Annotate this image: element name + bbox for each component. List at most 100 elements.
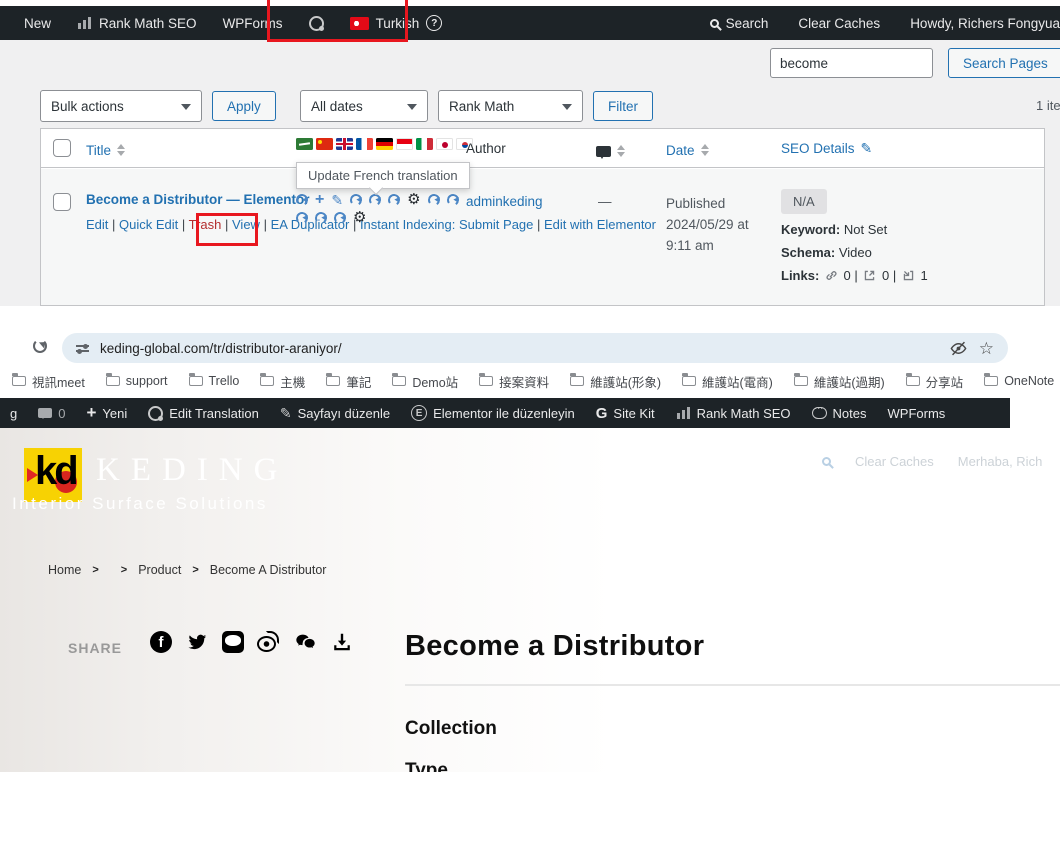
filter-button[interactable]: Filter	[593, 91, 653, 121]
flag-saudi-arabia-icon[interactable]	[296, 138, 313, 150]
sync-translation-icon[interactable]	[445, 193, 460, 207]
column-comments[interactable]	[596, 141, 625, 161]
flag-france-icon[interactable]	[356, 138, 373, 150]
weibo-icon[interactable]	[257, 631, 280, 653]
bookmark-label: 主機	[280, 375, 306, 390]
search-pages-input[interactable]	[770, 48, 933, 78]
toolbar-wpforms[interactable]: WPForms	[888, 406, 946, 421]
action-view[interactable]: View	[232, 217, 271, 232]
facebook-icon[interactable]	[150, 631, 172, 653]
reload-icon[interactable]	[33, 339, 47, 353]
toolbar-site-fragment[interactable]: g	[10, 406, 17, 421]
bookmark-label: 維護站(電商)	[702, 375, 773, 390]
toolbar-new-yeni[interactable]: Yeni	[86, 406, 127, 421]
apply-button[interactable]: Apply	[212, 91, 276, 121]
author-link[interactable]: adminkeding	[466, 194, 543, 209]
seo-schema-label: Schema:	[781, 245, 836, 260]
toolbar-language[interactable]: Turkish	[349, 15, 443, 31]
flag-italy-icon[interactable]	[416, 138, 433, 150]
sync-translation-icon[interactable]	[349, 193, 364, 207]
bookmark-folder[interactable]: 主機	[260, 372, 305, 391]
flag-japan-icon[interactable]	[436, 138, 453, 150]
site-info-icon[interactable]	[76, 342, 89, 354]
toolbar-clear-caches[interactable]: Clear Caches	[798, 16, 880, 31]
help-icon[interactable]	[426, 15, 443, 31]
faint-clear-caches[interactable]: Clear Caches	[855, 454, 934, 469]
folder-icon	[905, 373, 920, 386]
toolbar-comments[interactable]: 0	[38, 406, 65, 421]
sync-translation-icon[interactable]	[387, 193, 402, 207]
column-seo-details[interactable]: SEO Details	[781, 140, 872, 157]
flag-china-icon[interactable]	[316, 138, 333, 150]
translation-settings-icon[interactable]	[407, 194, 420, 206]
bookmark-label: OneNote	[1004, 374, 1055, 388]
breadcrumb-home[interactable]: Home	[48, 563, 81, 577]
toolbar-howdy[interactable]: Howdy, Richers Fongyua	[910, 16, 1060, 31]
flag-indonesia-icon[interactable]	[396, 138, 413, 150]
bookmark-folder[interactable]: support	[105, 373, 168, 388]
toolbar-edit-page[interactable]: Sayfayı düzenle	[280, 405, 391, 422]
toolbar-elementor[interactable]: Elementor ile düzenleyin	[411, 405, 575, 421]
toolbar-wpforms[interactable]: WPForms	[223, 16, 283, 31]
line-icon[interactable]	[222, 631, 244, 653]
action-trash[interactable]: Trash	[189, 217, 232, 232]
date-value: 2024/05/29 at 9:11 am	[666, 216, 749, 253]
bookmark-folder[interactable]: 接案資料	[479, 372, 549, 391]
search-pages-button[interactable]: Search Pages	[948, 48, 1060, 78]
edit-translation-icon[interactable]	[331, 194, 343, 206]
seo-keyword-label: Keyword:	[781, 222, 841, 237]
all-dates-select[interactable]: All dates	[300, 90, 428, 122]
sync-translation-icon[interactable]	[333, 211, 347, 225]
address-bar[interactable]: keding-global.com/tr/distributor-araniyo…	[62, 333, 1008, 363]
rank-math-filter-select[interactable]: Rank Math	[438, 90, 583, 122]
search-icon[interactable]	[822, 457, 831, 466]
action-edit[interactable]: Edit	[86, 217, 119, 232]
add-translation-icon[interactable]	[315, 194, 324, 206]
sync-translation-icon[interactable]	[295, 211, 309, 225]
url-text[interactable]: keding-global.com/tr/distributor-araniyo…	[100, 341, 342, 356]
bookmark-folder[interactable]: Demo站	[392, 372, 458, 391]
bookmark-folder[interactable]: 維護站(形象)	[570, 372, 661, 391]
toolbar-rank-math[interactable]: Rank Math SEO	[675, 406, 791, 421]
title-divider	[405, 684, 1060, 686]
flag-germany-icon[interactable]	[376, 138, 393, 150]
toolbar-edit-translation[interactable]: Edit Translation	[148, 405, 259, 421]
toolbar-search[interactable]: Search	[709, 16, 768, 31]
wechat-icon[interactable]	[293, 631, 318, 653]
sync-translation-icon[interactable]	[314, 211, 328, 225]
action-quick-edit[interactable]: Quick Edit	[119, 217, 189, 232]
folder-icon	[479, 373, 494, 386]
page-title-link[interactable]: Become a Distributor — Elementor	[86, 191, 314, 209]
bookmark-folder[interactable]: 視訊meet	[12, 372, 85, 391]
bulk-actions-select[interactable]: Bulk actions	[40, 90, 202, 122]
bookmark-folder[interactable]: 維護站(過期)	[793, 372, 885, 391]
bookmark-folder[interactable]: OneNote	[984, 373, 1055, 388]
folder-icon	[793, 373, 808, 386]
sync-translation-icon[interactable]	[426, 193, 441, 207]
toolbar-notes[interactable]: Notes	[811, 401, 867, 421]
translation-settings-icon[interactable]	[353, 212, 366, 224]
column-date[interactable]: Date	[666, 140, 709, 160]
toolbar-translation[interactable]	[308, 15, 324, 31]
toolbar-site-kit[interactable]: Site Kit	[596, 405, 654, 422]
search-icon	[709, 18, 719, 28]
title-cell: Become a Distributor — Elementor EditQui…	[86, 191, 656, 235]
toolbar-rank-math[interactable]: Rank Math SEO	[77, 16, 197, 31]
frontend-admin-toolbar: g 0 Yeni Edit Translation Sayfayı düzenl…	[0, 398, 1010, 428]
sync-translation-icon[interactable]	[295, 193, 309, 207]
bookmark-folder[interactable]: Trello	[188, 373, 239, 388]
bookmark-folder[interactable]: 維護站(電商)	[682, 372, 773, 391]
twitter-icon[interactable]	[185, 631, 209, 653]
select-all-checkbox[interactable]	[53, 139, 71, 157]
toolbar-new[interactable]: New	[24, 16, 51, 31]
download-icon[interactable]	[331, 631, 353, 653]
flag-uk-icon[interactable]	[336, 138, 353, 150]
preview-hidden-icon[interactable]	[949, 339, 968, 358]
column-title[interactable]: Title	[86, 140, 126, 160]
bookmark-star-icon[interactable]	[979, 340, 994, 357]
bookmark-folder[interactable]: 分享站	[905, 372, 963, 391]
bookmark-folder[interactable]: 筆記	[326, 372, 371, 391]
row-checkbox[interactable]	[53, 193, 71, 211]
action-edit-with-elementor[interactable]: Edit with Elementor	[544, 217, 656, 232]
breadcrumb-product[interactable]: Product	[138, 563, 181, 577]
